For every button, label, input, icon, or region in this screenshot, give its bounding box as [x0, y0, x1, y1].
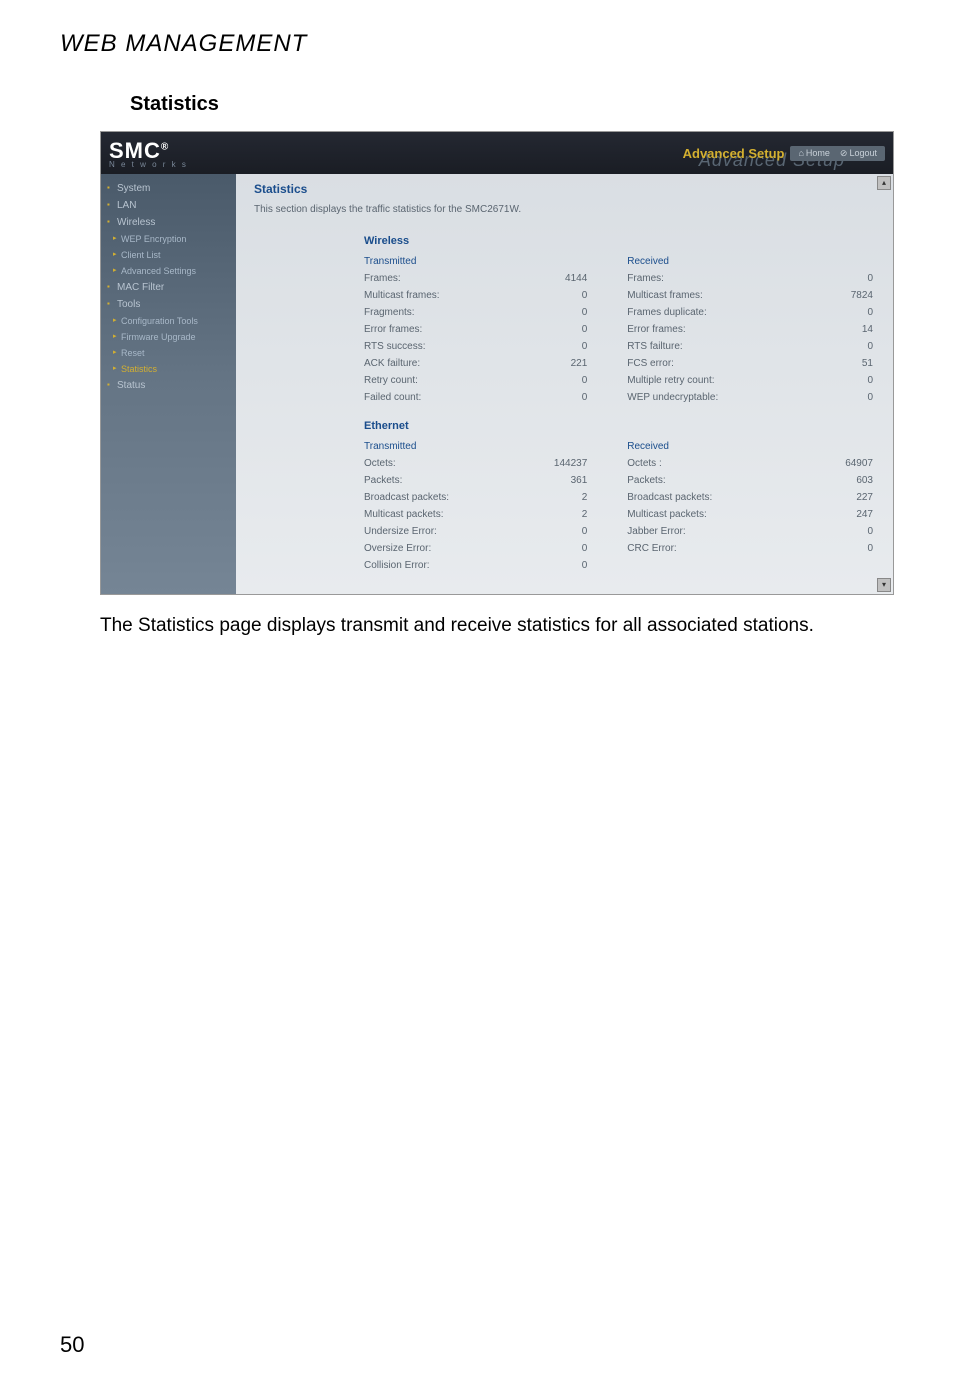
content-title: Statistics	[254, 182, 873, 196]
section-title: Statistics	[0, 68, 954, 131]
wireless-heading: Wireless	[364, 235, 873, 247]
table-row: Collision Error:0	[364, 557, 873, 574]
logout-link[interactable]: ⊘Logout	[840, 148, 877, 159]
home-icon: ⌂	[798, 148, 803, 158]
content-pane: ▴ Statistics This section displays the t…	[236, 174, 893, 594]
ethernet-heading: Ethernet	[364, 420, 873, 432]
doc-body-text: The Statistics page displays transmit an…	[0, 595, 954, 640]
header-right: Advanced Setup Advanced Setup ⌂Home ⊘Log…	[683, 146, 885, 161]
wireless-table: TransmittedReceived Frames:4144Frames:0 …	[364, 253, 873, 406]
table-row: Frames:4144Frames:0	[364, 270, 873, 287]
sidebar-item-config-tools[interactable]: Configuration Tools	[101, 313, 236, 329]
sidebar-item-wireless[interactable]: Wireless	[101, 214, 236, 231]
sidebar-item-reset[interactable]: Reset	[101, 345, 236, 361]
home-link[interactable]: ⌂Home	[798, 148, 829, 159]
sidebar-item-mac-filter[interactable]: MAC Filter	[101, 279, 236, 296]
scroll-up-button[interactable]: ▴	[877, 176, 891, 190]
router-admin-window: SMC® N e t w o r k s Advanced Setup Adva…	[100, 131, 894, 595]
sidebar-item-advanced-settings[interactable]: Advanced Settings	[101, 263, 236, 279]
logo: SMC®	[109, 138, 169, 163]
page-number: 50	[60, 1332, 84, 1358]
sidebar: System LAN Wireless WEP Encryption Clien…	[101, 174, 236, 594]
sidebar-item-system[interactable]: System	[101, 180, 236, 197]
tx-header: Transmitted	[364, 253, 540, 270]
sidebar-item-tools[interactable]: Tools	[101, 296, 236, 313]
table-row: Oversize Error:0CRC Error:0	[364, 540, 873, 557]
sidebar-item-statistics[interactable]: Statistics	[101, 361, 236, 377]
table-row: Retry count:0Multiple retry count:0	[364, 372, 873, 389]
table-row: RTS success:0RTS failture:0	[364, 338, 873, 355]
home-logout-bar: ⌂Home ⊘Logout	[790, 146, 885, 161]
table-row: ACK failture:221FCS error:51	[364, 355, 873, 372]
content-description: This section displays the traffic statis…	[254, 204, 873, 215]
table-row: Undersize Error:0Jabber Error:0	[364, 523, 873, 540]
sidebar-item-client-list[interactable]: Client List	[101, 247, 236, 263]
table-row: Multicast packets:2Multicast packets:247	[364, 506, 873, 523]
scroll-down-button[interactable]: ▾	[877, 578, 891, 592]
sidebar-item-status[interactable]: Status	[101, 377, 236, 394]
advanced-setup-label: Advanced Setup	[683, 146, 785, 161]
table-row: Multicast frames:0Multicast frames:7824	[364, 287, 873, 304]
table-row: Packets:361Packets:603	[364, 472, 873, 489]
rx-header: Received	[627, 253, 803, 270]
sidebar-item-firmware-upgrade[interactable]: Firmware Upgrade	[101, 329, 236, 345]
app-header: SMC® N e t w o r k s Advanced Setup Adva…	[101, 132, 893, 174]
ethernet-table: Transmitted Received Octets:144237Octets …	[364, 438, 873, 574]
rx-header: Received	[627, 438, 803, 455]
tx-header: Transmitted	[364, 438, 540, 455]
table-row: Octets:144237Octets :64907	[364, 455, 873, 472]
table-row: Fragments:0Frames duplicate:0	[364, 304, 873, 321]
sidebar-item-wep[interactable]: WEP Encryption	[101, 231, 236, 247]
wireless-stats: Wireless Transmitted Received Frames:4144…	[364, 235, 873, 574]
table-row: Broadcast packets:2Broadcast packets:227	[364, 489, 873, 506]
logo-block: SMC® N e t w o r k s	[109, 138, 188, 169]
sidebar-item-lan[interactable]: LAN	[101, 197, 236, 214]
logout-icon: ⊘	[840, 148, 848, 159]
doc-header: WEB MANAGEMENT	[0, 0, 954, 68]
logo-subtitle: N e t w o r k s	[109, 160, 188, 169]
table-row: Error frames:0Error frames:14	[364, 321, 873, 338]
table-row: Failed count:0WEP undecryptable:0	[364, 389, 873, 406]
